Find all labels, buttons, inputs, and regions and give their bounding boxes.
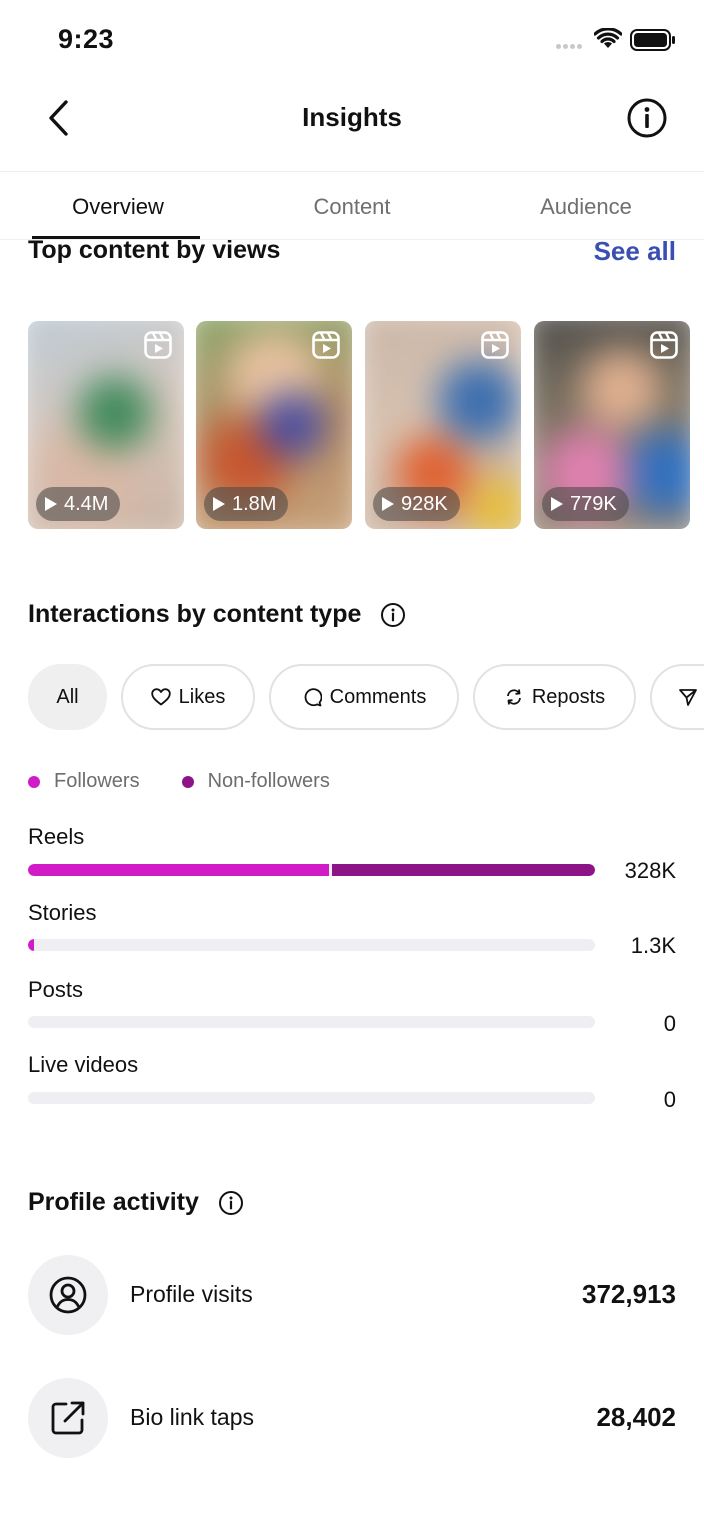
bar-non-followers-reels: [332, 864, 595, 876]
status-bar: 9:23: [0, 0, 704, 80]
interactions-section: Interactions by content type: [28, 600, 406, 629]
play-icon: [213, 497, 225, 511]
comment-icon: [304, 688, 322, 707]
activity-value: 372,913: [582, 1279, 676, 1309]
bar-followers-stories: [28, 939, 34, 951]
see-all-link[interactable]: See all: [594, 236, 676, 267]
views-count: 1.8M: [232, 492, 277, 515]
chip-label: Comments: [329, 685, 427, 708]
share-icon: [679, 689, 697, 706]
page-title: Insights: [302, 102, 402, 132]
profile-visits-row[interactable]: Profile visits 372,913: [28, 1255, 676, 1335]
battery-icon: [630, 29, 675, 51]
bar-track-stories: [28, 939, 595, 951]
views-count: 928K: [401, 492, 448, 515]
top-content-item[interactable]: 4.4M: [28, 321, 184, 529]
app-header: Insights: [0, 80, 704, 172]
views-badge: 1.8M: [204, 487, 289, 521]
top-content-item[interactable]: 928K: [365, 321, 521, 529]
filter-chip-shares[interactable]: [650, 664, 704, 730]
filter-chips: All Likes Comments Reposts: [28, 664, 704, 732]
bio-link-taps-row[interactable]: Bio link taps 28,402: [28, 1378, 676, 1458]
legend-label-non-followers: Non-followers: [207, 770, 330, 792]
legend-swatch-non-followers: [181, 775, 194, 788]
interactions-title: Interactions by content type: [28, 600, 362, 628]
views-count: 779K: [570, 492, 617, 515]
bar-track-reels: [28, 864, 595, 876]
filter-chip-reposts[interactable]: Reposts: [473, 664, 636, 730]
activity-icon-wrap: [28, 1255, 108, 1335]
reel-icon: [481, 331, 509, 359]
bar-track-live-videos: [28, 1092, 595, 1104]
top-content-title: Top content by views: [28, 236, 281, 264]
profile-activity-section: Profile activity: [28, 1188, 244, 1217]
bar-label-live-videos: Live videos: [28, 1052, 139, 1077]
bar-label-reels: Reels: [28, 824, 85, 849]
tab-overview[interactable]: Overview: [8, 194, 228, 220]
bar-followers-reels: [28, 864, 329, 876]
views-badge: 779K: [542, 487, 629, 521]
activity-value: 28,402: [596, 1402, 676, 1432]
filter-chip-all[interactable]: All: [28, 664, 107, 730]
external-link-icon: [51, 1401, 85, 1435]
wifi-icon: [594, 28, 622, 48]
bar-value-live-videos: 0: [663, 1087, 676, 1112]
activity-icon-wrap: [28, 1378, 108, 1458]
reel-icon: [144, 331, 172, 359]
views-badge: 928K: [373, 487, 460, 521]
profile-activity-title: Profile activity: [28, 1188, 199, 1216]
activity-label: Profile visits: [130, 1281, 253, 1307]
play-icon: [551, 497, 563, 511]
bar-track-posts: [28, 1016, 595, 1028]
status-time: 9:23: [58, 24, 115, 54]
bar-label-posts: Posts: [28, 977, 84, 1002]
chip-label: All: [56, 685, 79, 708]
chart-legend: Followers Non-followers: [28, 770, 330, 793]
play-icon: [45, 497, 57, 511]
signal-icon: [556, 44, 582, 49]
reel-icon: [650, 331, 678, 359]
info-icon[interactable]: [380, 602, 406, 628]
top-content-list: 4.4M 1.8M 928K 779K: [28, 321, 704, 529]
reel-icon: [312, 331, 340, 359]
heart-icon: [150, 688, 171, 706]
legend-swatch-followers: [28, 775, 40, 788]
filter-chip-comments[interactable]: Comments: [269, 664, 459, 730]
tab-audience[interactable]: Audience: [476, 194, 696, 220]
tab-content[interactable]: Content: [242, 194, 462, 220]
bar-value-reels: 328K: [624, 858, 676, 883]
bar-value-stories: 1.3K: [630, 933, 676, 958]
top-content-item[interactable]: 779K: [534, 321, 690, 529]
views-count: 4.4M: [64, 492, 109, 515]
chip-label: Likes: [178, 685, 226, 708]
chip-label: Reposts: [531, 685, 606, 708]
info-icon[interactable]: [626, 97, 668, 139]
views-badge: 4.4M: [36, 487, 121, 521]
info-icon[interactable]: [218, 1190, 244, 1216]
bar-label-stories: Stories: [28, 900, 97, 925]
filter-chip-likes[interactable]: Likes: [121, 664, 255, 730]
activity-label: Bio link taps: [130, 1404, 255, 1430]
tab-bar: Overview Content Audience: [0, 172, 704, 240]
play-icon: [382, 497, 394, 511]
profile-icon: [49, 1276, 87, 1314]
bar-value-posts: 0: [663, 1011, 676, 1036]
legend-label-followers: Followers: [54, 770, 140, 792]
top-content-item[interactable]: 1.8M: [196, 321, 352, 529]
repost-icon: [506, 689, 521, 705]
